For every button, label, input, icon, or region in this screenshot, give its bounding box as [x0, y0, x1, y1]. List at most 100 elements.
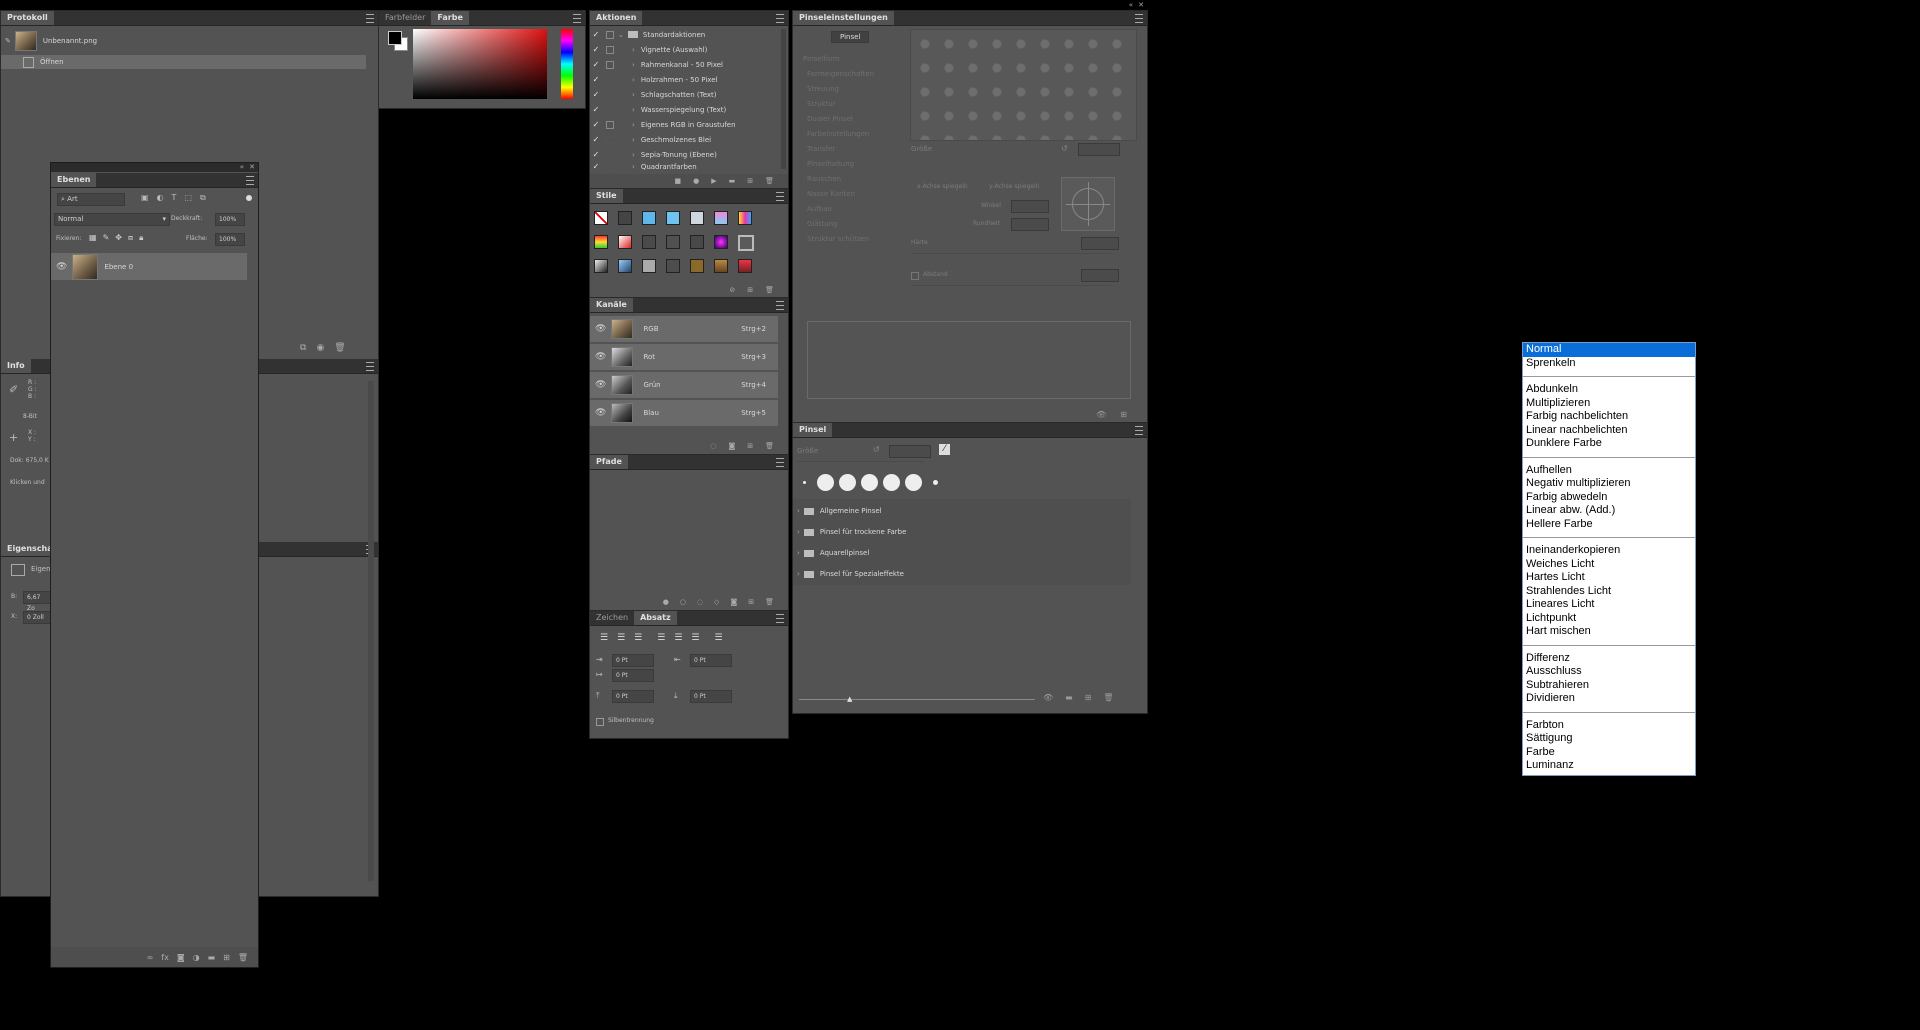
dialog-toggle-icon[interactable]	[606, 135, 614, 144]
indent-left-input[interactable]: 0 Pt	[612, 654, 654, 667]
brush-folder[interactable]: › Aquarellpinsel	[793, 543, 1131, 563]
brush-settings-icon[interactable]: ⁄	[939, 444, 950, 455]
tab-pinseleinstellungen[interactable]: Pinseleinstellungen	[793, 11, 894, 25]
justify-last-left-icon[interactable]: ☰	[657, 633, 665, 643]
blend-option[interactable]: Farbig abwedeln	[1523, 491, 1695, 505]
style-swatch[interactable]	[594, 259, 608, 273]
panel-menu-icon[interactable]	[1135, 14, 1143, 23]
brush-folder[interactable]: › Pinsel für trockene Farbe	[793, 522, 1131, 542]
layer-name[interactable]: Ebene 0	[104, 263, 133, 271]
blend-option[interactable]: Ineinanderkopieren	[1523, 544, 1695, 558]
action-row[interactable]: ✓ › Quadrantfarben	[590, 162, 788, 171]
blend-mode-select[interactable]: Normal ▾	[54, 213, 170, 226]
lock-artboard-icon[interactable]: ⧈	[128, 233, 139, 242]
style-swatch[interactable]	[714, 259, 728, 273]
chevron-right-icon[interactable]: ›	[632, 121, 635, 129]
hardness-input[interactable]	[1081, 237, 1119, 250]
style-swatch[interactable]	[666, 211, 680, 225]
trash-icon[interactable]: 🗑︎	[238, 953, 248, 962]
trash-icon[interactable]: 🗑︎	[765, 598, 774, 606]
spacing-slider[interactable]	[911, 285, 1111, 286]
chevron-right-icon[interactable]: ›	[797, 507, 800, 515]
channel-row[interactable]: 👁︎ Grün Strg+4	[590, 372, 778, 398]
trash-icon[interactable]: 🗑︎	[765, 286, 774, 294]
eigenschaften-x-value[interactable]: 0 Zoll	[23, 611, 51, 624]
trash-icon[interactable]: 🗑︎	[765, 177, 774, 185]
align-left-icon[interactable]: ☰	[600, 633, 608, 643]
chevron-right-icon[interactable]: ›	[632, 163, 635, 171]
visibility-eye-icon[interactable]: 👁︎	[56, 262, 67, 272]
style-swatch[interactable]	[714, 211, 728, 225]
reset-icon[interactable]: ↺	[873, 445, 880, 454]
dialog-toggle-icon[interactable]	[606, 30, 614, 39]
blend-option[interactable]: Lichtpunkt	[1523, 612, 1695, 626]
action-row[interactable]: ✓ › Rahmenkanal - 50 Pixel	[590, 57, 788, 72]
toggle-preview-icon[interactable]: 👁︎	[1096, 410, 1106, 419]
brush-option[interactable]: Formeigenschaften	[807, 66, 874, 81]
recent-brush[interactable]	[905, 473, 922, 491]
toggle-preview-icon[interactable]: 👁︎	[1043, 693, 1053, 702]
panel-menu-icon[interactable]	[366, 362, 374, 371]
load-selection-icon[interactable]: ◌	[710, 442, 716, 450]
check-icon[interactable]: ✓	[590, 120, 602, 129]
chevron-down-icon[interactable]: ⌄	[618, 31, 624, 39]
recent-brush[interactable]	[839, 473, 856, 491]
blend-option[interactable]: Farbton	[1523, 719, 1695, 733]
style-swatch[interactable]	[738, 259, 752, 273]
thumbnail-size-slider[interactable]	[799, 699, 1035, 700]
lock-pixels-icon[interactable]: ✎	[103, 233, 116, 242]
fill-path-icon[interactable]: ●	[663, 598, 669, 606]
visibility-eye-icon[interactable]: 👁︎	[595, 352, 606, 362]
panel-menu-icon[interactable]	[776, 192, 784, 201]
blend-option[interactable]: Differenz	[1523, 652, 1695, 666]
fx-icon[interactable]: fx	[161, 953, 169, 962]
reset-icon[interactable]: ↺	[1061, 144, 1068, 153]
justify-last-right-icon[interactable]: ☰	[691, 633, 699, 643]
blend-option[interactable]: Ausschluss	[1523, 665, 1695, 679]
brush-option[interactable]: Pinselhaltung	[807, 156, 854, 171]
trash-icon[interactable]: 🗑︎	[334, 343, 355, 353]
blend-option[interactable]: Linear nachbelichten	[1523, 424, 1695, 438]
color-field[interactable]	[413, 29, 547, 99]
pinsel-size-slider[interactable]	[797, 461, 923, 462]
dialog-toggle-icon[interactable]	[606, 75, 614, 84]
chevron-right-icon[interactable]: ›	[632, 91, 635, 99]
dialog-toggle-icon[interactable]	[606, 150, 614, 159]
style-swatch-none[interactable]	[594, 211, 608, 225]
chevron-right-icon[interactable]: ›	[632, 151, 635, 159]
check-icon[interactable]: ✓	[590, 90, 602, 99]
action-row[interactable]: ✓ › Sepia-Tonung (Ebene)	[590, 147, 788, 162]
eigenschaften-b-value[interactable]: 6,67 Zo	[23, 591, 51, 612]
folder-icon[interactable]: ▬	[729, 177, 736, 185]
filter-toggle-icon[interactable]	[246, 195, 252, 201]
tab-zeichen[interactable]: Zeichen	[590, 611, 634, 625]
align-center-icon[interactable]: ☰	[617, 633, 625, 643]
smartobject-filter-icon[interactable]: ⧉	[200, 193, 214, 202]
stop-icon[interactable]: ■	[674, 177, 681, 185]
brush-option[interactable]: Nasse Kanten	[807, 186, 855, 201]
blend-option[interactable]: Dividieren	[1523, 692, 1695, 706]
style-swatch[interactable]	[666, 259, 680, 273]
angle-input[interactable]	[1011, 200, 1049, 213]
lock-position-icon[interactable]: ✥	[115, 233, 128, 242]
brush-option[interactable]: Glättung	[807, 216, 837, 231]
style-swatch[interactable]	[738, 211, 752, 225]
collapse-icon[interactable]: «	[240, 163, 244, 171]
action-row[interactable]: ✓ › Geschmolzenes Blei	[590, 132, 788, 147]
type-filter-icon[interactable]: T	[172, 193, 185, 202]
tab-absatz[interactable]: Absatz	[634, 611, 677, 625]
check-icon[interactable]: ✓	[590, 135, 602, 144]
brush-option[interactable]: Dualer Pinsel	[807, 111, 853, 126]
flip-x-label[interactable]: x-Achse spiegeln	[917, 183, 968, 190]
protokoll-snapshot[interactable]: ✎ Unbenannt.png	[1, 31, 378, 51]
dialog-toggle-icon[interactable]	[606, 162, 614, 171]
blend-option[interactable]: Subtrahieren	[1523, 679, 1695, 693]
recent-brush[interactable]	[817, 473, 834, 491]
trash-icon[interactable]: 🗑︎	[765, 442, 774, 450]
blend-option[interactable]: Multiplizieren	[1523, 397, 1695, 411]
action-row[interactable]: ✓ › Wasserspiegelung (Text)	[590, 102, 788, 117]
blend-option[interactable]: Linear abw. (Add.)	[1523, 504, 1695, 518]
scrollbar[interactable]	[368, 381, 374, 881]
pinsel-button[interactable]: Pinsel	[831, 31, 870, 43]
folder-icon[interactable]: ▬	[1065, 693, 1073, 702]
